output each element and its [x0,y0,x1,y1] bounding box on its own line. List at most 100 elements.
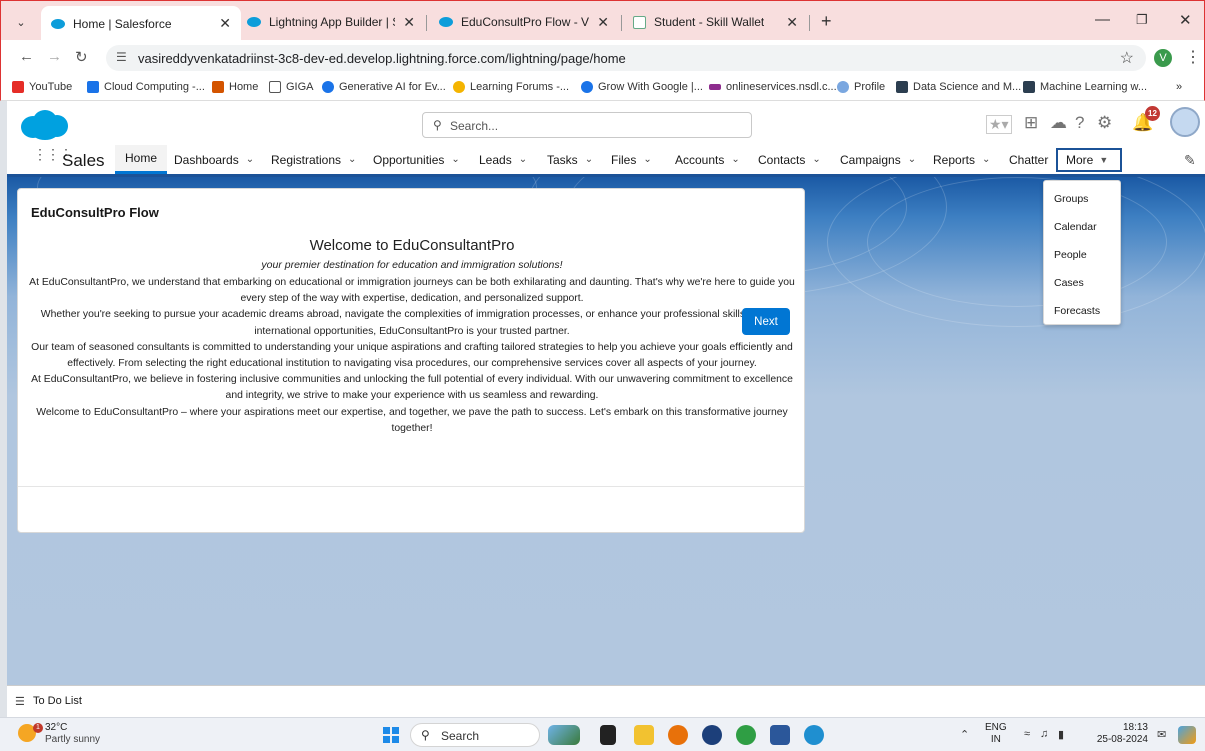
bookmark-cloud-computing[interactable]: Cloud Computing -... [87,81,205,93]
app-icon[interactable] [702,725,722,745]
copilot-icon[interactable] [1178,726,1196,744]
restore-icon[interactable]: ❐ [1136,12,1148,28]
utility-todo-list[interactable]: To Do List [33,695,82,707]
browser-profile-avatar[interactable]: V [1154,49,1172,67]
nav-item-files[interactable]: Files ⌄ [611,145,652,174]
wifi-icon[interactable]: ≈ [1024,728,1030,740]
chevron-down-icon[interactable]: ⌄ [982,154,990,165]
chevron-down-icon[interactable]: ⌄ [585,154,593,165]
language-indicator[interactable]: ENG IN [985,722,1007,746]
chevron-down-icon[interactable]: ⌄ [908,154,916,165]
browser-tab-educonsultpro-flow[interactable]: EduConsultPro Flow - V1 ✕ [429,7,619,37]
chevron-down-icon[interactable]: ⌄ [643,154,651,165]
user-avatar[interactable] [1170,107,1200,137]
new-tab-icon[interactable]: + [821,11,832,32]
nav-item-campaigns[interactable]: Campaigns ⌄ [840,145,916,174]
chrome-profile-icon[interactable] [736,725,756,745]
nav-item-opportunities[interactable]: Opportunities ⌄ [373,145,460,174]
global-search-input[interactable]: ⚲ Search... [422,112,752,138]
bookmark-grow-with-google[interactable]: Grow With Google |... [581,81,703,93]
volume-icon[interactable]: ♫ [1040,728,1048,740]
menu-item-groups[interactable]: Groups [1054,193,1088,205]
help-icon[interactable]: ? [1075,113,1084,133]
battery-icon[interactable]: ▮ [1058,728,1064,741]
edit-nav-pencil-icon[interactable]: ✎ [1184,152,1196,169]
bookmark-data-science[interactable]: Data Science and M... [896,81,1021,93]
salesforce-logo-icon[interactable] [19,109,69,141]
nav-item-tasks[interactable]: Tasks ⌄ [547,145,593,174]
edge-icon[interactable] [804,725,824,745]
address-bar[interactable]: ☰ vasireddyvenkatadriinst-3c8-dev-ed.dev… [106,45,1146,71]
bookmarks-overflow-icon[interactable]: » [1176,81,1182,93]
close-tab-icon[interactable]: ✕ [589,14,609,31]
bookmark-profile[interactable]: Profile [837,81,885,93]
nav-item-reports[interactable]: Reports ⌄ [933,145,990,174]
global-actions-plus-icon[interactable]: ⊞ [1024,113,1038,133]
close-tab-icon[interactable]: ✕ [395,14,415,31]
clock[interactable]: 18:13 25-08-2024 [1088,722,1148,746]
nav-item-contacts[interactable]: Contacts ⌄ [758,145,821,174]
forward-icon[interactable]: → [47,48,62,65]
flow-paragraph: Our team of seasoned consultants is comm… [31,341,793,370]
taskbar-search[interactable]: ⚲ Search [410,723,540,747]
setup-gear-icon[interactable]: ⚙ [1097,113,1112,133]
menu-item-calendar[interactable]: Calendar [1054,221,1097,233]
salesforce-favicon-icon [247,17,261,27]
chevron-down-icon[interactable]: ⌄ [246,154,254,165]
bookmark-generative-ai[interactable]: Generative AI for Ev... [322,81,446,93]
chevron-down-icon[interactable]: ⌄ [451,154,459,165]
bookmark-home[interactable]: Home [212,81,258,93]
trailhead-guidance-icon[interactable]: ☁ [1050,113,1067,133]
site-info-icon[interactable]: ☰ [116,50,127,64]
bookmark-youtube[interactable]: YouTube [12,81,72,93]
url-text[interactable]: vasireddyvenkatadriinst-3c8-dev-ed.devel… [138,51,626,66]
close-tab-icon[interactable]: ✕ [778,14,798,31]
file-explorer-icon[interactable] [634,725,654,745]
browser-tab-lightning-app-builder[interactable]: Lightning App Builder | Salesfo ✕ [237,7,425,37]
task-view-icon[interactable] [600,725,616,745]
flow-footer-divider [18,486,804,487]
favorites-star-icon[interactable]: ★▾ [986,115,1012,134]
nav-label: Accounts [675,152,725,167]
weather-temperature[interactable]: 32°C [45,722,67,733]
browser-menu-icon[interactable]: ⋮ [1185,47,1201,67]
notification-center-icon[interactable]: ✉ [1157,728,1166,741]
bookmark-learning-forums[interactable]: Learning Forums -... [453,81,569,93]
nav-item-home[interactable]: Home [115,145,168,174]
weather-condition[interactable]: Partly sunny [45,734,100,745]
bookmark-giga[interactable]: GIGA [269,81,314,93]
nav-item-chatter[interactable]: Chatter [1009,145,1048,174]
nav-more-button[interactable]: More ▼ [1056,148,1122,172]
nav-item-accounts[interactable]: Accounts ⌄ [675,145,740,174]
menu-item-forecasts[interactable]: Forecasts [1054,305,1100,317]
chevron-down-icon[interactable]: ⌄ [348,154,356,165]
nav-item-dashboards[interactable]: Dashboards ⌄ [174,145,254,174]
close-tab-icon[interactable]: ✕ [211,15,231,32]
back-icon[interactable]: ← [19,48,34,65]
windows-start-icon[interactable] [383,727,399,743]
widgets-icon[interactable] [548,725,580,745]
next-button[interactable]: Next [742,308,790,335]
menu-item-people[interactable]: People [1054,249,1087,261]
word-icon[interactable] [770,725,790,745]
menu-item-cases[interactable]: Cases [1054,277,1084,289]
reload-icon[interactable]: ↻ [75,48,88,66]
nav-item-registrations[interactable]: Registrations ⌄ [271,145,356,174]
chevron-down-icon[interactable]: ⌄ [731,154,739,165]
close-window-icon[interactable]: ✕ [1179,11,1192,29]
chrome-icon[interactable] [668,725,688,745]
chevron-down-icon[interactable]: ⌄ [812,154,820,165]
minimize-icon[interactable]: — [1095,11,1110,28]
bookmark-label: YouTube [29,81,73,93]
chevron-down-icon[interactable]: ⌄ [519,154,527,165]
bookmark-machine-learning[interactable]: Machine Learning w... [1023,81,1147,93]
browser-tab-student-skill-wallet[interactable]: Student - Skill Wallet ✕ [623,7,808,37]
browser-tab-home-salesforce[interactable]: Home | Salesforce ✕ [41,6,241,41]
tray-overflow-chevron-icon[interactable]: ⌃ [960,728,969,741]
tab-separator [621,15,622,31]
tab-search-chevron-icon[interactable]: ⌄ [10,11,32,33]
tab-title: EduConsultPro Flow - V1 [461,15,590,29]
bookmark-nsdl[interactable]: onlineservices.nsdl.c... [709,81,837,93]
nav-item-leads[interactable]: Leads ⌄ [479,145,527,174]
bookmark-star-icon[interactable]: ☆ [1120,48,1134,68]
